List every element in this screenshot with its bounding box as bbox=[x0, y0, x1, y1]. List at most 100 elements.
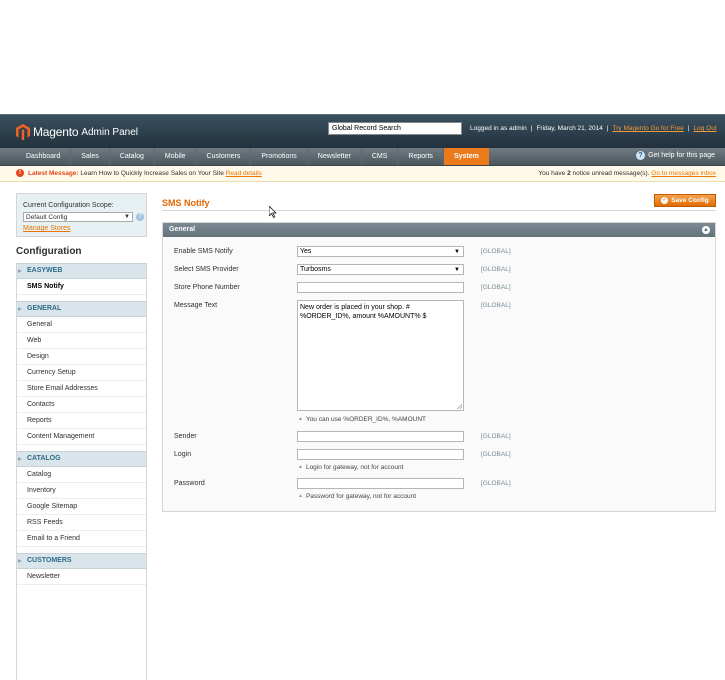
nav-system[interactable]: System bbox=[443, 148, 489, 165]
nav-newsletter[interactable]: Newsletter bbox=[308, 148, 362, 165]
read-details-link[interactable]: Read details bbox=[226, 170, 262, 177]
notification-bar: ! Latest Message: Learn How to Quickly I… bbox=[0, 166, 725, 182]
latest-message-label: Latest Message: bbox=[28, 170, 79, 177]
scope-selected: Default Config bbox=[26, 214, 68, 221]
password-label: Password bbox=[174, 480, 205, 487]
logo-text: Magento bbox=[33, 125, 79, 139]
nav-dashboard[interactable]: Dashboard bbox=[16, 148, 72, 165]
enable-sms-select[interactable]: Yes ▼ bbox=[297, 246, 464, 257]
try-magento-link[interactable]: Try Magento Go for Free bbox=[613, 125, 684, 132]
scope-tag: [GLOBAL] bbox=[481, 284, 511, 291]
logged-in-text: Logged in as admin bbox=[470, 125, 527, 132]
scope-tag: [GLOBAL] bbox=[481, 451, 511, 458]
sidebar-item-general[interactable]: General bbox=[17, 317, 146, 333]
sidebar-item-newsletter[interactable]: Newsletter bbox=[17, 569, 146, 585]
provider-select[interactable]: Turbosms ▼ bbox=[297, 264, 464, 275]
save-config-label: Save Config bbox=[671, 197, 709, 204]
nav-catalog[interactable]: Catalog bbox=[110, 148, 155, 165]
phone-input[interactable] bbox=[297, 282, 464, 293]
global-search-input[interactable]: Global Record Search bbox=[328, 122, 462, 135]
sidebar-item-web[interactable]: Web bbox=[17, 333, 146, 349]
sidebar-section-easyweb[interactable]: EASYWEB bbox=[17, 263, 146, 279]
help-link[interactable]: ? Get help for this page bbox=[636, 151, 715, 160]
notice-count: 2 bbox=[567, 170, 571, 177]
provider-value: Turbosms bbox=[300, 266, 331, 273]
message-label: Message Text bbox=[174, 302, 218, 309]
fieldset-title: General bbox=[169, 226, 196, 233]
alert-icon: ! bbox=[16, 169, 24, 177]
sidebar-item-design[interactable]: Design bbox=[17, 349, 146, 365]
message-textarea[interactable]: New order is placed in your shop. # %ORD… bbox=[297, 300, 464, 411]
notice-suffix: notice unread message(s). bbox=[572, 170, 650, 177]
sidebar-item-reports[interactable]: Reports bbox=[17, 413, 146, 429]
main-nav: Dashboard Sales Catalog Mobile Customers… bbox=[0, 148, 725, 166]
dropdown-arrow-icon: ▼ bbox=[454, 267, 460, 273]
sidebar-section-general[interactable]: GENERAL bbox=[17, 301, 146, 317]
nav-mobile[interactable]: Mobile bbox=[155, 148, 197, 165]
sidebar-item-catalog[interactable]: Catalog bbox=[17, 467, 146, 483]
provider-label: Select SMS Provider bbox=[174, 266, 239, 273]
phone-label: Store Phone Number bbox=[174, 284, 240, 291]
notice-summary: You have 2 notice unread message(s). Go … bbox=[538, 170, 716, 177]
help-icon: ? bbox=[636, 151, 646, 160]
login-label: Login bbox=[174, 451, 192, 458]
sidebar-item-inventory[interactable]: Inventory bbox=[17, 483, 146, 499]
scope-tag: [GLOBAL] bbox=[481, 266, 511, 273]
header-links: Logged in as admin | Friday, March 21, 201… bbox=[470, 125, 717, 132]
sender-input[interactable] bbox=[297, 431, 464, 442]
sidebar-section-customers[interactable]: CUSTOMERS bbox=[17, 553, 146, 569]
sidebar-item-contacts[interactable]: Contacts bbox=[17, 397, 146, 413]
save-config-button[interactable]: ✓ Save Config bbox=[654, 194, 716, 207]
scope-tag: [GLOBAL] bbox=[481, 433, 511, 440]
scope-tag: [GLOBAL] bbox=[481, 248, 511, 255]
dropdown-arrow-icon: ▼ bbox=[124, 214, 130, 220]
nav-sales[interactable]: Sales bbox=[71, 148, 110, 165]
sidebar-item-google-sitemap[interactable]: Google Sitemap bbox=[17, 499, 146, 515]
magento-logo-icon bbox=[16, 124, 30, 140]
latest-message-text: Learn How to Quickly Increase Sales on Y… bbox=[80, 170, 224, 177]
collapse-icon[interactable]: ▲ bbox=[702, 226, 710, 234]
title-divider bbox=[162, 210, 716, 211]
scope-switcher: Current Configuration Scope: Default Con… bbox=[16, 193, 147, 237]
page-title: SMS Notify bbox=[162, 198, 210, 208]
scope-select[interactable]: Default Config ▼ bbox=[23, 212, 133, 222]
resize-handle[interactable] bbox=[457, 404, 462, 409]
manage-stores-link[interactable]: Manage Stores bbox=[23, 225, 70, 232]
enable-sms-value: Yes bbox=[300, 248, 312, 255]
sender-label: Sender bbox=[174, 433, 197, 440]
configuration-title: Configuration bbox=[16, 246, 82, 257]
enable-sms-label: Enable SMS Notify bbox=[174, 248, 233, 255]
login-hint: Login for gateway, not for account bbox=[298, 464, 403, 471]
login-input[interactable] bbox=[297, 449, 464, 460]
fieldset-header[interactable]: General ▲ bbox=[163, 223, 715, 237]
date-text: Friday, March 21, 2014 bbox=[536, 125, 603, 132]
latest-message: Latest Message: Learn How to Quickly Inc… bbox=[28, 170, 262, 177]
message-text-value: New order is placed in your shop. # %ORD… bbox=[300, 304, 427, 320]
scope-tag: [GLOBAL] bbox=[481, 302, 511, 309]
messages-inbox-link[interactable]: Go to messages inbox bbox=[651, 170, 716, 177]
sidebar-item-sms-notify[interactable]: SMS Notify bbox=[17, 279, 146, 295]
sidebar-item-store-email[interactable]: Store Email Addresses bbox=[17, 381, 146, 397]
sidebar-section-catalog[interactable]: CATALOG bbox=[17, 451, 146, 467]
nav-cms[interactable]: CMS bbox=[362, 148, 399, 165]
nav-customers[interactable]: Customers bbox=[197, 148, 252, 165]
config-sidebar: EASYWEB SMS Notify GENERAL General Web D… bbox=[16, 263, 147, 680]
password-hint: Password for gateway, not for account bbox=[298, 493, 416, 500]
logout-link[interactable]: Log Out bbox=[694, 125, 717, 132]
notice-prefix: You have bbox=[538, 170, 566, 177]
password-input[interactable] bbox=[297, 478, 464, 489]
help-icon[interactable]: ? bbox=[136, 213, 144, 221]
checkmark-icon: ✓ bbox=[661, 197, 669, 204]
sidebar-item-email-friend[interactable]: Email to a Friend bbox=[17, 531, 146, 547]
help-link-label: Get help for this page bbox=[648, 152, 715, 159]
sidebar-item-rss-feeds[interactable]: RSS Feeds bbox=[17, 515, 146, 531]
nav-reports[interactable]: Reports bbox=[398, 148, 444, 165]
scope-label: Current Configuration Scope: bbox=[23, 202, 114, 209]
scope-tag: [GLOBAL] bbox=[481, 480, 511, 487]
magento-logo[interactable]: Magento Admin Panel bbox=[16, 124, 138, 140]
sidebar-item-currency-setup[interactable]: Currency Setup bbox=[17, 365, 146, 381]
sidebar-item-content-management[interactable]: Content Management bbox=[17, 429, 146, 445]
nav-promotions[interactable]: Promotions bbox=[251, 148, 308, 165]
admin-header: Magento Admin Panel Global Record Search… bbox=[0, 114, 725, 149]
message-hint: You can use %ORDER_ID%, %AMOUNT bbox=[298, 416, 426, 423]
